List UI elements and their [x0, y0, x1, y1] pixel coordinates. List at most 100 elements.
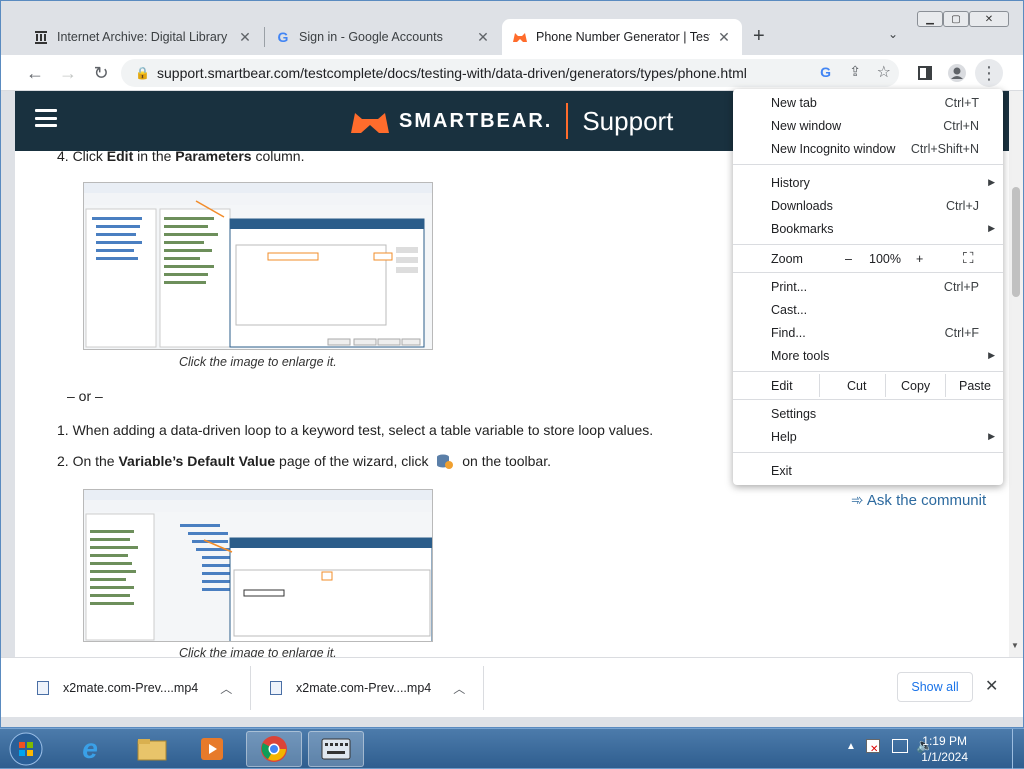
chevron-up-icon[interactable]: ︿ [453, 680, 465, 697]
cut-button[interactable]: Cut [847, 379, 866, 393]
share-icon[interactable]: ⇪ [849, 63, 861, 80]
chevron-right-icon: ▶ [988, 431, 995, 441]
windows-logo-icon [9, 732, 43, 766]
copy-button[interactable]: Copy [901, 379, 930, 393]
close-window-button[interactable]: ✕ [969, 11, 1009, 27]
address-bar[interactable]: 🔒 support.smartbear.com/testcomplete/doc… [121, 59, 899, 87]
show-desktop-button[interactable] [1012, 729, 1024, 769]
menu-item-incognito[interactable]: New Incognito window Ctrl+Shift+N [733, 137, 1003, 160]
scrollbar-thumb[interactable] [1012, 187, 1020, 297]
zoom-out-button[interactable]: – [845, 252, 852, 266]
download-item-1[interactable]: x2mate.com-Prev....mp4 ︿ [37, 676, 232, 700]
profile-avatar-icon[interactable] [943, 59, 971, 87]
ask-community-link[interactable]: ➾ Ask the communit [851, 491, 986, 509]
media-player-icon[interactable] [184, 731, 240, 767]
tab-internet-archive[interactable]: Internet Archive: Digital Library o ✕ [23, 19, 263, 55]
chevron-right-icon: ▶ [988, 177, 995, 187]
archive-icon [33, 29, 49, 45]
close-download-bar-icon[interactable]: ✕ [985, 676, 998, 696]
tab-phone-generator[interactable]: Phone Number Generator | TestC ✕ [502, 19, 742, 55]
tab-search-icon[interactable]: ⌄ [888, 27, 898, 41]
smartbear-logo-icon [351, 113, 389, 133]
close-tab-icon[interactable]: ✕ [475, 29, 491, 46]
list-item-1: 1. When adding a data-driven loop to a k… [57, 422, 654, 438]
menu-item-bookmarks[interactable]: Bookmarks ▶ [733, 217, 1003, 240]
close-tab-icon[interactable]: ✕ [237, 29, 253, 46]
or-separator: – or – [67, 388, 103, 404]
tab-title: Phone Number Generator | TestC [536, 30, 710, 44]
paste-button[interactable]: Paste [959, 379, 991, 393]
maximize-button[interactable]: ▢ [943, 11, 969, 27]
list-item-2: 2. On the Variable’s Default Value page … [57, 453, 551, 472]
menu-item-new-window[interactable]: New window Ctrl+N [733, 114, 1003, 137]
clock-time: 1:19 PM [922, 734, 967, 748]
image-caption-1: Click the image to enlarge it. [179, 355, 337, 369]
internet-explorer-icon[interactable]: e [62, 731, 118, 767]
forward-icon[interactable]: → [54, 59, 82, 87]
google-icon: G [277, 29, 289, 45]
scroll-down-icon[interactable]: ▼ [1011, 641, 1019, 650]
menu-kebab-icon[interactable]: ⋮ [975, 59, 1003, 87]
menu-item-find[interactable]: Find... Ctrl+F [733, 321, 1003, 344]
menu-item-cast[interactable]: Cast... [733, 298, 1003, 321]
menu-item-more-tools[interactable]: More tools ▶ [733, 344, 1003, 367]
smartbear-icon [512, 29, 528, 45]
menu-item-help[interactable]: Help ▶ [733, 425, 1003, 448]
close-tab-icon[interactable]: ✕ [716, 29, 732, 46]
start-button[interactable] [4, 731, 48, 767]
zoom-level: 100% [869, 251, 901, 266]
screenshot-parameters-dialog[interactable] [83, 182, 433, 350]
google-lens-icon[interactable]: G [820, 64, 831, 80]
file-explorer-icon[interactable] [124, 731, 180, 767]
side-panel-icon[interactable] [911, 59, 939, 87]
menu-item-new-tab[interactable]: New tab Ctrl+T [733, 91, 1003, 114]
flag-notification-icon[interactable]: ✕ [866, 739, 880, 755]
minimize-button[interactable]: ▁ [917, 11, 943, 27]
brand-name: SMARTBEAR. [399, 109, 553, 132]
video-file-icon [37, 681, 49, 695]
chevron-right-icon: ▶ [988, 350, 995, 360]
download-item-2[interactable]: x2mate.com-Prev....mp4 ︿ [270, 676, 465, 700]
new-tab-icon[interactable]: + [753, 25, 765, 48]
menu-item-settings[interactable]: Settings [733, 402, 1003, 425]
arrow-right-icon: ➾ [851, 492, 864, 509]
page-scrollbar[interactable]: ▼ [1009, 91, 1023, 657]
menu-item-zoom: Zoom – 100% + ⛶ [771, 250, 974, 267]
smartbear-logo[interactable]: SMARTBEAR. Support [349, 103, 673, 139]
database-wizard-icon [436, 453, 454, 472]
image-caption-2: Click the image to enlarge it. [179, 646, 337, 657]
on-screen-keyboard-icon[interactable] [308, 731, 364, 767]
network-icon[interactable] [892, 739, 908, 753]
tab-title: Sign in - Google Accounts [299, 30, 443, 44]
system-clock[interactable]: 1:19 PM 1/1/2024 [921, 733, 968, 765]
bookmark-star-icon[interactable]: ☆ [877, 62, 891, 82]
zoom-in-button[interactable]: + [916, 252, 923, 266]
url-text: support.smartbear.com/testcomplete/docs/… [157, 65, 747, 81]
browser-toolbar: ← → ↻ 🔒 support.smartbear.com/testcomple… [1, 55, 1023, 91]
menu-item-exit[interactable]: Exit [733, 459, 1003, 482]
fullscreen-icon[interactable]: ⛶ [963, 250, 974, 267]
tab-strip: Internet Archive: Digital Library o ✕ G … [1, 1, 1023, 55]
chrome-taskbar-icon[interactable] [246, 731, 302, 767]
back-icon[interactable]: ← [21, 59, 49, 87]
show-hidden-icons-icon[interactable]: ▲ [846, 741, 856, 752]
menu-item-downloads[interactable]: Downloads Ctrl+J [733, 194, 1003, 217]
lock-icon: 🔒 [135, 66, 150, 80]
brand-section: Support [582, 105, 674, 136]
browser-window: Internet Archive: Digital Library o ✕ G … [0, 0, 1024, 728]
chevron-up-icon[interactable]: ︿ [220, 680, 232, 697]
download-bar: x2mate.com-Prev....mp4 ︿ x2mate.com-Prev… [1, 657, 1023, 717]
tab-google-signin[interactable]: G Sign in - Google Accounts ✕ [265, 19, 501, 55]
menu-item-print[interactable]: Print... Ctrl+P [733, 275, 1003, 298]
screenshot-data-driven-loop[interactable] [83, 489, 433, 642]
chrome-main-menu: New tab Ctrl+T New window Ctrl+N New Incog… [733, 89, 1003, 485]
show-all-button[interactable]: Show all [897, 672, 973, 702]
chevron-right-icon: ▶ [988, 223, 995, 233]
reload-icon[interactable]: ↻ [87, 59, 115, 87]
windows-taskbar: e ▲ ✕ 🔈 1:19 PM 1/1/2024 [0, 728, 1024, 769]
hamburger-menu-icon[interactable] [35, 109, 57, 127]
menu-item-history[interactable]: History ▶ [733, 171, 1003, 194]
menu-item-edit: Edit Cut Copy Paste [733, 374, 1003, 397]
tab-title: Internet Archive: Digital Library o [57, 30, 231, 44]
video-file-icon [270, 681, 282, 695]
